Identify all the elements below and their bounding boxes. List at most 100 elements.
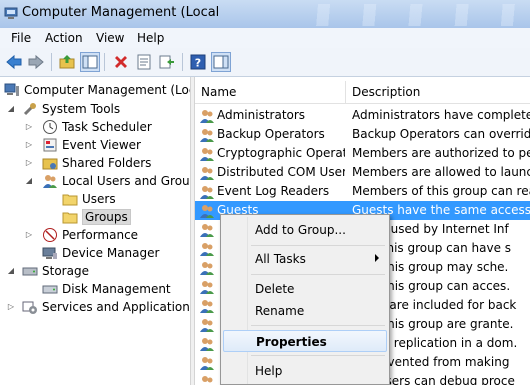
show-hide-tree-icon[interactable] bbox=[80, 52, 100, 72]
group-description: Members of this group can read e bbox=[352, 184, 530, 198]
collapse-arrow-icon[interactable]: ◢ bbox=[6, 104, 16, 113]
tree-item-device-manager[interactable]: Device Manager bbox=[42, 244, 159, 262]
group-icon bbox=[202, 376, 213, 383]
table-row[interactable]: Administrators Administrators have comple… bbox=[195, 106, 530, 125]
menu-help[interactable]: Help bbox=[137, 31, 164, 45]
context-menu: Add to Group... All Tasks Delete Rename … bbox=[220, 214, 390, 385]
folder-icon bbox=[62, 209, 78, 225]
menu-separator bbox=[251, 274, 385, 275]
tree-item-performance[interactable]: Performance bbox=[42, 226, 138, 244]
group-icon bbox=[200, 167, 214, 180]
tree-item-label: Computer Management (Local bbox=[24, 83, 190, 97]
forward-icon[interactable] bbox=[26, 52, 46, 72]
console-tree: Computer Management (Local ◢ System Tool… bbox=[0, 77, 190, 385]
tree-item-system-tools[interactable]: System Tools bbox=[22, 100, 120, 118]
menu-item-all-tasks[interactable]: All Tasks bbox=[223, 248, 387, 270]
column-header-description[interactable]: Description bbox=[352, 85, 420, 99]
storage-icon bbox=[22, 263, 38, 279]
show-hide-action-pane-icon[interactable] bbox=[211, 52, 231, 72]
menu-item-delete[interactable]: Delete bbox=[223, 278, 387, 300]
menu-item-properties[interactable]: Properties bbox=[223, 330, 387, 352]
group-name: Backup Operators bbox=[217, 127, 325, 141]
menu-item-add-to-group[interactable]: Add to Group... bbox=[223, 219, 387, 241]
toolbar: ? bbox=[0, 48, 530, 77]
menu-separator bbox=[251, 245, 385, 246]
group-icon bbox=[200, 205, 214, 218]
device-manager-icon bbox=[42, 245, 58, 261]
menu-item-help[interactable]: Help bbox=[223, 360, 387, 382]
group-icon bbox=[200, 224, 214, 237]
title-bar: Computer Management (Local bbox=[0, 0, 530, 28]
group-icon bbox=[200, 357, 214, 370]
expand-arrow-icon[interactable]: ▷ bbox=[24, 158, 34, 167]
expand-arrow-icon[interactable]: ▷ bbox=[6, 302, 16, 311]
menu-separator bbox=[251, 325, 385, 326]
group-icon bbox=[200, 262, 214, 275]
menu-view[interactable]: View bbox=[96, 31, 124, 45]
submenu-arrow-icon bbox=[375, 254, 379, 262]
tree-item-services-and-applications[interactable]: Services and Applications bbox=[22, 298, 190, 316]
window-title: Computer Management (Local bbox=[22, 5, 220, 20]
computer-icon bbox=[4, 82, 20, 98]
users-icon bbox=[42, 173, 58, 189]
list-header: Name Description bbox=[195, 81, 530, 104]
group-icon bbox=[200, 300, 214, 313]
event-viewer-icon bbox=[42, 137, 58, 153]
tree-item-computer-management[interactable]: Computer Management (Local bbox=[4, 81, 190, 99]
computer-management-icon bbox=[4, 7, 18, 19]
tree-item-task-scheduler[interactable]: Task Scheduler bbox=[42, 118, 152, 136]
delete-icon[interactable] bbox=[111, 52, 131, 72]
group-icon bbox=[200, 243, 214, 256]
tree-item-groups[interactable]: Groups bbox=[62, 208, 131, 226]
folder-icon bbox=[62, 191, 78, 207]
clock-icon bbox=[42, 119, 58, 135]
group-name: Distributed COM Users bbox=[217, 165, 345, 179]
expand-arrow-icon[interactable]: ▷ bbox=[24, 140, 34, 149]
column-header-name[interactable]: Name bbox=[201, 85, 236, 99]
help-icon[interactable]: ? bbox=[188, 52, 208, 72]
tree-item-disk-management[interactable]: Disk Management bbox=[42, 280, 171, 298]
up-folder-icon[interactable] bbox=[57, 52, 77, 72]
table-row[interactable]: Event Log Readers Members of this group c… bbox=[195, 182, 530, 201]
group-icon bbox=[200, 319, 214, 332]
menu-separator bbox=[251, 355, 385, 356]
group-name: Cryptographic Operat... bbox=[217, 146, 345, 160]
group-icon bbox=[200, 110, 214, 123]
menu-file[interactable]: File bbox=[11, 31, 31, 45]
group-icon bbox=[200, 186, 214, 199]
menu-action[interactable]: Action bbox=[45, 31, 83, 45]
properties-icon[interactable] bbox=[134, 52, 154, 72]
tree-item-shared-folders[interactable]: Shared Folders bbox=[42, 154, 151, 172]
tree-item-event-viewer[interactable]: Event Viewer bbox=[42, 136, 141, 154]
table-row[interactable]: Backup Operators Backup Operators can ove… bbox=[195, 125, 530, 144]
column-divider[interactable] bbox=[345, 81, 346, 103]
collapse-arrow-icon[interactable]: ◢ bbox=[6, 266, 16, 275]
tree-item-users[interactable]: Users bbox=[62, 190, 116, 208]
title-bar-glass bbox=[300, 4, 530, 26]
disk-icon bbox=[42, 281, 58, 297]
services-icon bbox=[22, 299, 38, 315]
tree-item-local-users-and-groups[interactable]: Local Users and Groups bbox=[42, 172, 190, 190]
toolbar-separator bbox=[104, 53, 105, 71]
group-description: Administrators have complete an bbox=[352, 108, 530, 122]
collapse-arrow-icon[interactable]: ◢ bbox=[24, 176, 34, 185]
table-row[interactable]: Distributed COM Users Members are allowed… bbox=[195, 163, 530, 182]
menu-bar: File Action View Help bbox=[0, 28, 530, 48]
tree-item-storage[interactable]: Storage bbox=[22, 262, 89, 280]
menu-item-rename[interactable]: Rename bbox=[223, 300, 387, 322]
performance-icon bbox=[42, 227, 58, 243]
expand-arrow-icon[interactable]: ▷ bbox=[24, 122, 34, 131]
table-row[interactable]: Cryptographic Operat... Members are autho… bbox=[195, 144, 530, 163]
export-icon[interactable] bbox=[157, 52, 177, 72]
group-description: Backup Operators can override se bbox=[352, 127, 530, 141]
group-description: Members are allowed to launch, a bbox=[352, 165, 530, 179]
group-icon bbox=[200, 281, 214, 294]
toolbar-separator bbox=[182, 53, 183, 71]
group-name: Administrators bbox=[217, 108, 306, 122]
back-icon[interactable] bbox=[4, 52, 24, 72]
shared-folder-icon bbox=[42, 155, 58, 171]
group-name: Event Log Readers bbox=[217, 184, 330, 198]
svg-text:?: ? bbox=[195, 57, 201, 70]
group-icon bbox=[200, 148, 214, 161]
expand-arrow-icon[interactable]: ▷ bbox=[24, 230, 34, 239]
